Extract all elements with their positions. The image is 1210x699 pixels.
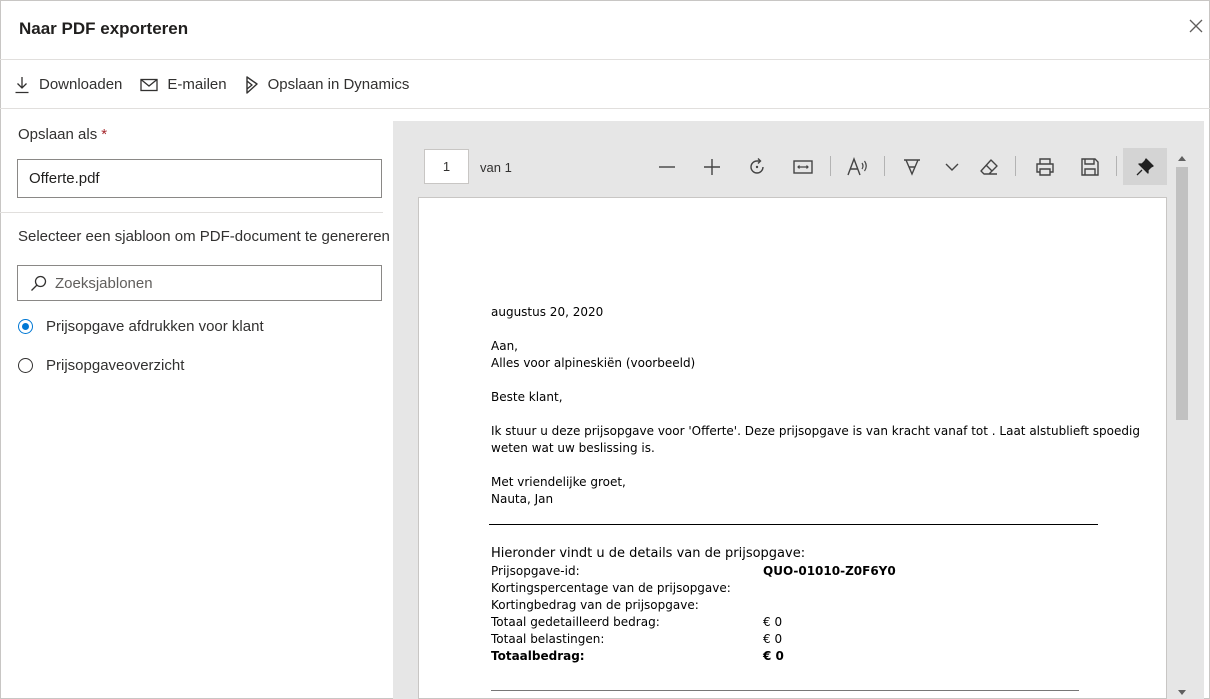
- letter-body-line: weten wat uw beslissing is.: [491, 441, 655, 455]
- detail-row: Kortingbedrag van de prijsopgave:: [491, 597, 896, 614]
- pdf-page: augustus 20, 2020 Aan, Alles voor alpine…: [418, 197, 1167, 699]
- letter-date: augustus 20, 2020: [491, 305, 604, 319]
- detail-value: € 0: [763, 649, 784, 663]
- detail-row: Prijsopgave-id: QUO-01010-Z0F6Y0: [491, 563, 896, 580]
- letter-to-label: Aan,: [491, 339, 518, 353]
- save-dynamics-button[interactable]: Opslaan in Dynamics: [245, 75, 410, 94]
- template-search-box[interactable]: [17, 265, 382, 301]
- save-icon: [1081, 158, 1099, 176]
- erase-button[interactable]: [975, 153, 1003, 181]
- print-button[interactable]: [1031, 153, 1059, 181]
- detail-row-total: Totaalbedrag: € 0: [491, 648, 896, 665]
- read-aloud-icon: [847, 157, 867, 176]
- detail-key: Kortingspercentage van de prijsopgave:: [491, 581, 731, 595]
- pdf-scrollbar[interactable]: [1174, 154, 1190, 699]
- letter-sender: Nauta, Jan: [491, 492, 554, 506]
- template-radio-customer[interactable]: Prijsopgave afdrukken voor klant: [18, 318, 264, 335]
- detail-row: Kortingspercentage van de prijsopgave:: [491, 580, 896, 597]
- toolbar-separator: [1015, 156, 1016, 176]
- fit-width-button[interactable]: [789, 153, 817, 181]
- page-number-input[interactable]: 1: [424, 149, 469, 184]
- read-aloud-button[interactable]: [844, 153, 872, 181]
- table-top-edge: [491, 690, 1079, 691]
- radio-selected-indicator: [18, 319, 33, 334]
- plus-icon: [704, 159, 720, 175]
- download-icon: [15, 76, 29, 93]
- toolbar-separator: [884, 156, 885, 176]
- zoom-out-button[interactable]: [653, 153, 681, 181]
- draw-options-button[interactable]: [938, 153, 966, 181]
- quote-details: Hieronder vindt u de details van de prij…: [491, 546, 896, 665]
- dialog-title: Naar PDF exporteren: [19, 19, 189, 38]
- detail-row: Totaal gedetailleerd bedrag: € 0: [491, 614, 896, 631]
- save-pdf-button[interactable]: [1076, 153, 1104, 181]
- letter-greeting: Beste klant,: [491, 390, 563, 404]
- detail-value: € 0: [763, 632, 783, 646]
- scroll-down-arrow[interactable]: [1178, 690, 1186, 695]
- letter-closing: Met vriendelijke groet,: [491, 475, 626, 489]
- detail-key: Totaal gedetailleerd bedrag:: [491, 615, 660, 629]
- detail-key: Totaal belastingen:: [491, 632, 605, 646]
- template-radio-overview[interactable]: Prijsopgaveoverzicht: [18, 357, 184, 374]
- detail-row: Totaal belastingen: € 0: [491, 631, 896, 648]
- save-as-label: Opslaan als *: [18, 126, 107, 143]
- template-option-label: Prijsopgave afdrukken voor klant: [46, 318, 264, 335]
- divider: [0, 212, 383, 213]
- mail-icon: [140, 78, 159, 91]
- page-count-label: van 1: [480, 160, 512, 175]
- rotate-icon: [750, 158, 764, 174]
- pdf-viewer: 1 van 1 augustus 20, 2020 Aan, Alles voo…: [393, 121, 1204, 699]
- radio-indicator: [18, 358, 33, 373]
- minus-icon: [659, 166, 675, 168]
- print-icon: [1036, 158, 1054, 176]
- download-label: Downloaden: [39, 76, 123, 93]
- save-dynamics-label: Opslaan in Dynamics: [267, 76, 410, 93]
- detail-value: € 0: [763, 615, 783, 629]
- template-search-input[interactable]: [55, 274, 355, 292]
- draw-button[interactable]: [898, 153, 926, 181]
- dynamics-icon: [245, 75, 258, 94]
- fit-width-icon: [793, 160, 813, 174]
- rotate-button[interactable]: [743, 153, 771, 181]
- draw-icon: [904, 159, 920, 176]
- email-button[interactable]: E-mailen: [140, 76, 227, 93]
- pin-toolbar-button[interactable]: [1123, 148, 1167, 185]
- save-as-label-text: Opslaan als: [18, 126, 98, 143]
- left-pane: Opslaan als* Selecteer een sjabloon om P…: [0, 110, 393, 699]
- close-button[interactable]: [1182, 12, 1210, 40]
- filename-input[interactable]: [17, 159, 382, 198]
- template-label: Selecteer een sjabloon om PDF-document t…: [18, 228, 390, 245]
- download-button[interactable]: Downloaden: [14, 76, 122, 94]
- scroll-thumb[interactable]: [1176, 167, 1188, 420]
- command-bar: Downloaden E-mailen Opslaan in Dynamics: [0, 61, 1210, 109]
- zoom-in-button[interactable]: [698, 153, 726, 181]
- detail-key: Totaalbedrag:: [491, 649, 585, 663]
- horizontal-rule: [489, 524, 1098, 525]
- close-icon: [1189, 19, 1203, 33]
- detail-key: Prijsopgave-id:: [491, 564, 580, 578]
- details-heading: Hieronder vindt u de details van de prij…: [491, 546, 806, 561]
- email-label: E-mailen: [167, 76, 227, 93]
- eraser-icon: [980, 159, 998, 175]
- pin-icon: [1136, 157, 1154, 175]
- search-icon: [31, 275, 47, 291]
- chevron-down-icon: [945, 163, 959, 171]
- required-marker: *: [101, 126, 108, 143]
- title-bar: Naar PDF exporteren: [0, 0, 1210, 60]
- template-option-label: Prijsopgaveoverzicht: [46, 357, 185, 374]
- detail-key: Kortingbedrag van de prijsopgave:: [491, 598, 699, 612]
- toolbar-separator: [830, 156, 831, 176]
- pdf-toolbar: 1 van 1: [393, 145, 1204, 191]
- letter-body: augustus 20, 2020 Aan, Alles voor alpine…: [491, 304, 1140, 508]
- toolbar-separator: [1116, 156, 1117, 176]
- letter-recipient: Alles voor alpineskiën (voorbeeld): [491, 356, 696, 370]
- letter-body-line: Ik stuur u deze prijsopgave voor 'Offert…: [491, 424, 1140, 438]
- detail-value: QUO-01010-Z0F6Y0: [763, 564, 896, 578]
- scroll-up-arrow[interactable]: [1178, 156, 1186, 161]
